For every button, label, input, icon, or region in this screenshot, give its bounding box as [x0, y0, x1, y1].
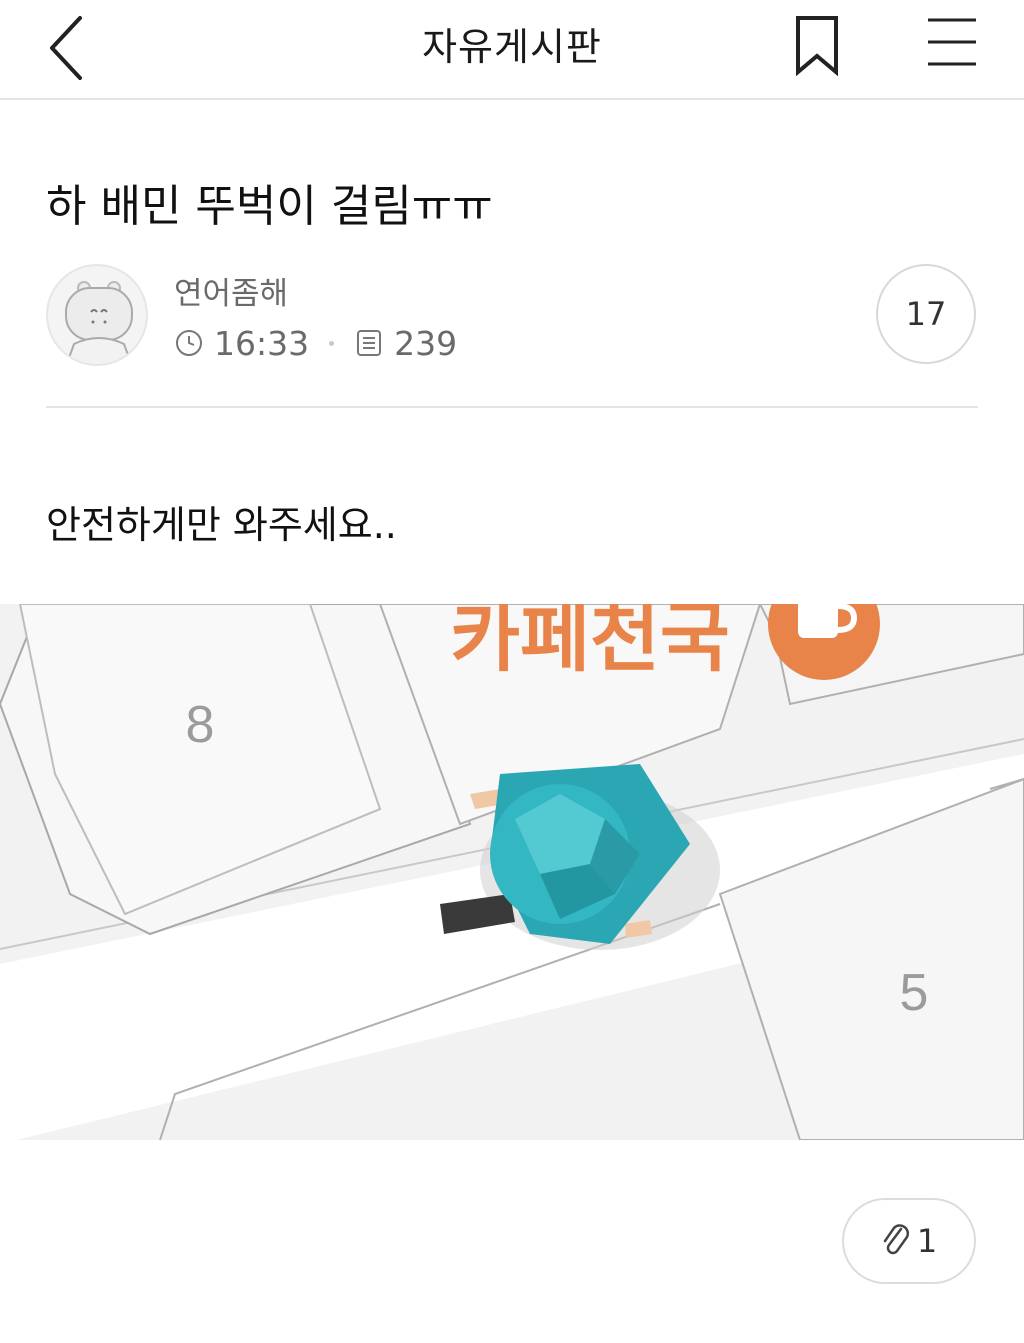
attachment-count: 1	[916, 1222, 938, 1260]
top-bar: 자유게시판	[0, 0, 1024, 100]
cafe-label: 카페천국	[450, 604, 730, 682]
block-number-5: 5	[900, 964, 929, 1022]
block-number-8: 8	[186, 696, 215, 754]
author-name[interactable]: 연어좀해	[174, 268, 288, 313]
view-count: 239	[394, 323, 458, 363]
meta-separator	[329, 340, 335, 346]
post-body: 안전하게만 와주세요..	[46, 503, 397, 547]
comment-count-button[interactable]: 17	[876, 264, 976, 364]
hippo-avatar-icon	[65, 281, 133, 364]
menu-icon	[928, 18, 976, 66]
post-meta: 16:33 239	[174, 322, 457, 364]
post-image-map[interactable]: 8 5 카페천국	[0, 604, 1024, 1140]
divider	[46, 406, 978, 408]
attachment-button[interactable]: 1	[842, 1198, 976, 1284]
post-title: 하 배민 뚜벅이 걸림ㅠㅠ	[46, 181, 493, 232]
views-icon	[357, 330, 382, 356]
paperclip-icon	[883, 1224, 909, 1255]
clock-icon	[176, 330, 202, 356]
menu-button[interactable]	[920, 12, 984, 76]
bookmark-icon	[796, 16, 838, 77]
board-title: 자유게시판	[422, 25, 602, 69]
bookmark-button[interactable]	[786, 12, 848, 77]
post-time: 16:33	[214, 323, 310, 363]
avatar[interactable]	[46, 264, 148, 366]
map-illustration: 8 5 카페천국	[0, 604, 1024, 1140]
